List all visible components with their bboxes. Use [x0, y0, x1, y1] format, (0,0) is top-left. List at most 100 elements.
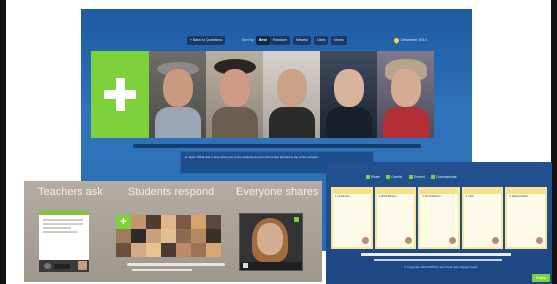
response-thumbnail[interactable]	[131, 229, 146, 243]
response-thumbnail[interactable]	[146, 229, 161, 243]
location-text: December 2013	[401, 38, 427, 42]
board-progress	[374, 259, 502, 261]
shoulders	[155, 107, 201, 138]
response-thumbnail[interactable]	[191, 229, 206, 243]
face	[220, 69, 250, 107]
board-menu: Share Contrib. Embed Communicate	[366, 173, 526, 181]
main-topbar: « Back to Questions Sort by: Best Random…	[81, 9, 472, 49]
topic-card[interactable]: 1. Introduction ...	[331, 187, 373, 249]
chat-icon	[430, 175, 435, 180]
menu-share[interactable]: Share	[366, 173, 380, 181]
topic-card[interactable]: 4. Topic ...	[461, 187, 504, 249]
player-controls[interactable]	[240, 262, 302, 270]
question-card-header	[39, 210, 89, 215]
share-icon	[366, 175, 370, 180]
video-tile[interactable]	[377, 51, 434, 138]
response-thumbnail[interactable]	[116, 229, 131, 243]
avatar	[535, 237, 543, 244]
response-thumbnail[interactable]	[146, 215, 161, 229]
topic-card-text: 1. Introduction ...	[335, 196, 353, 198]
avatar	[78, 261, 87, 270]
heading-students-respond: Students respond	[128, 186, 215, 198]
response-thumbnail[interactable]	[161, 229, 176, 243]
topic-card-text: 3. Lift Off Moment ...	[422, 196, 443, 198]
left-frame-border	[0, 0, 6, 284]
face	[163, 69, 193, 107]
heading-everyone-shares: Everyone shares	[236, 186, 319, 198]
question-caption-text: A. Topic: What was a time when you or th…	[185, 155, 321, 159]
shoulders	[326, 107, 372, 138]
sort-option-likes[interactable]: Likes	[314, 36, 329, 45]
response-thumbnail[interactable]	[176, 215, 191, 229]
video-strip-scrollbar[interactable]	[133, 144, 421, 148]
video-tile[interactable]	[320, 51, 377, 138]
plus-icon-vertical	[115, 78, 125, 111]
thumbnail-icon	[243, 263, 248, 268]
face	[257, 223, 283, 255]
record-button[interactable]	[54, 264, 70, 269]
responses-scrollbar[interactable]	[127, 263, 225, 266]
face	[277, 69, 307, 107]
menu-contrib[interactable]: Contrib.	[386, 173, 403, 181]
face	[334, 69, 364, 107]
responses-progress	[132, 269, 192, 271]
video-tile[interactable]	[263, 51, 320, 138]
reply-button[interactable]: Reply	[532, 274, 550, 282]
back-to-questions-button[interactable]: « Back to Questions	[187, 36, 226, 45]
response-thumbnail[interactable]	[146, 243, 161, 257]
response-thumbnail[interactable]	[176, 229, 191, 243]
response-thumbnail[interactable]	[161, 243, 176, 257]
avatar	[448, 237, 456, 244]
topic-board-screenshot: Share Contrib. Embed Communicate 1. Intr…	[326, 162, 552, 284]
response-thumbnail[interactable]	[191, 243, 206, 257]
record-icon[interactable]	[44, 263, 51, 269]
video-tile[interactable]	[149, 51, 206, 138]
sort-option-views[interactable]: Views	[331, 36, 347, 45]
board-scrollbar[interactable]	[361, 253, 511, 256]
video-strip	[91, 51, 462, 138]
status-indicator	[294, 217, 299, 222]
shoulders	[212, 107, 258, 138]
response-thumbnail[interactable]	[176, 243, 191, 257]
people-icon	[386, 175, 391, 180]
topic-columns: 1. Introduction ... 2. WOW Moment ... 3.…	[331, 187, 547, 249]
topic-card-text: 2. WOW Moment ...	[378, 196, 399, 198]
sort-option-random[interactable]: Random	[270, 36, 290, 45]
response-thumbnail[interactable]	[206, 229, 221, 243]
teachers-students-everyone-panel: Teachers ask Students respond Everyone s…	[24, 181, 322, 282]
avatar	[361, 237, 369, 244]
topic-card[interactable]: 5. Final Questions ...	[505, 187, 547, 249]
topic-card[interactable]: 3. Lift Off Moment ...	[418, 187, 460, 249]
shared-video-player[interactable]	[239, 213, 303, 271]
embed-icon	[408, 175, 413, 180]
response-thumbnail[interactable]	[206, 215, 221, 229]
shoulders	[383, 107, 429, 138]
add-response-button[interactable]	[91, 51, 149, 138]
avatar	[405, 237, 413, 244]
menu-embed[interactable]: Embed	[408, 173, 425, 181]
avatar	[492, 237, 500, 244]
heading-teachers-ask: Teachers ask	[38, 186, 103, 198]
copyright-text: © Copyright 2013 MOOCs and Open Ed / Fli…	[403, 265, 479, 269]
question-card[interactable]	[39, 210, 89, 272]
response-thumbnail[interactable]	[116, 243, 131, 257]
sort-option-best[interactable]: Best	[256, 36, 270, 45]
map-pin-icon	[392, 36, 401, 44]
response-thumbnail[interactable]	[206, 243, 221, 257]
menu-communicate[interactable]: Communicate	[430, 173, 457, 181]
response-thumbnail-grid: +	[116, 215, 221, 257]
response-thumbnail[interactable]	[131, 215, 146, 229]
add-response-button[interactable]: +	[116, 215, 131, 229]
face	[391, 69, 421, 107]
video-tile[interactable]	[206, 51, 263, 138]
response-thumbnail[interactable]	[161, 215, 176, 229]
sort-label: Sort by:	[242, 38, 255, 42]
topic-card-text: 4. Topic ...	[465, 196, 477, 198]
topic-card[interactable]: 2. WOW Moment ...	[374, 187, 417, 249]
response-thumbnail[interactable]	[191, 215, 206, 229]
question-card-text	[43, 219, 83, 235]
topic-card-text: 5. Final Questions ...	[509, 196, 531, 198]
sort-option-newest[interactable]: Newest	[293, 36, 311, 45]
response-thumbnail[interactable]	[131, 243, 146, 257]
shoulders	[269, 107, 315, 138]
